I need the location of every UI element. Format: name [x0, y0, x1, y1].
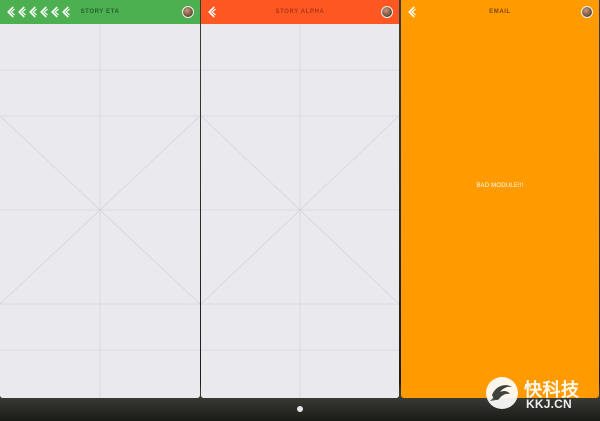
watermark: 快科技 KKJ.CN	[484, 373, 594, 417]
story-eta-title: STORY ETA	[80, 9, 120, 15]
back-arrow-icon[interactable]	[17, 6, 26, 18]
story-alpha-placeholder	[201, 24, 399, 398]
story-eta-back-icons[interactable]	[6, 6, 70, 18]
email-card[interactable]: EMAIL BAD MODULE!!!	[401, 0, 599, 398]
page-indicator-dot	[297, 406, 303, 412]
back-arrow-icon[interactable]	[61, 6, 70, 18]
avatar[interactable]	[381, 6, 393, 18]
story-alpha-card[interactable]: STORY ALPHA	[201, 0, 399, 398]
story-alpha-back-icons[interactable]	[207, 6, 216, 18]
kkj-logo-icon	[484, 375, 520, 411]
story-eta-card[interactable]: STORY ETA	[0, 0, 200, 398]
email-back-icons[interactable]	[407, 6, 416, 18]
avatar[interactable]	[581, 6, 593, 18]
email-body: BAD MODULE!!!	[401, 24, 599, 398]
back-arrow-icon[interactable]	[50, 6, 59, 18]
email-title: EMAIL	[489, 9, 511, 15]
email-header: EMAIL	[401, 0, 599, 24]
story-eta-header: STORY ETA	[0, 0, 200, 24]
avatar[interactable]	[182, 6, 194, 18]
back-arrow-icon[interactable]	[207, 6, 216, 18]
back-arrow-icon[interactable]	[407, 6, 416, 18]
story-eta-placeholder	[0, 24, 200, 398]
watermark-text-2: KKJ.CN	[526, 397, 572, 411]
back-arrow-icon[interactable]	[28, 6, 37, 18]
story-alpha-header: STORY ALPHA	[201, 0, 399, 24]
back-arrow-icon[interactable]	[39, 6, 48, 18]
story-alpha-title: STORY ALPHA	[275, 9, 325, 15]
back-arrow-icon[interactable]	[6, 6, 15, 18]
error-message: BAD MODULE!!!	[476, 183, 524, 189]
